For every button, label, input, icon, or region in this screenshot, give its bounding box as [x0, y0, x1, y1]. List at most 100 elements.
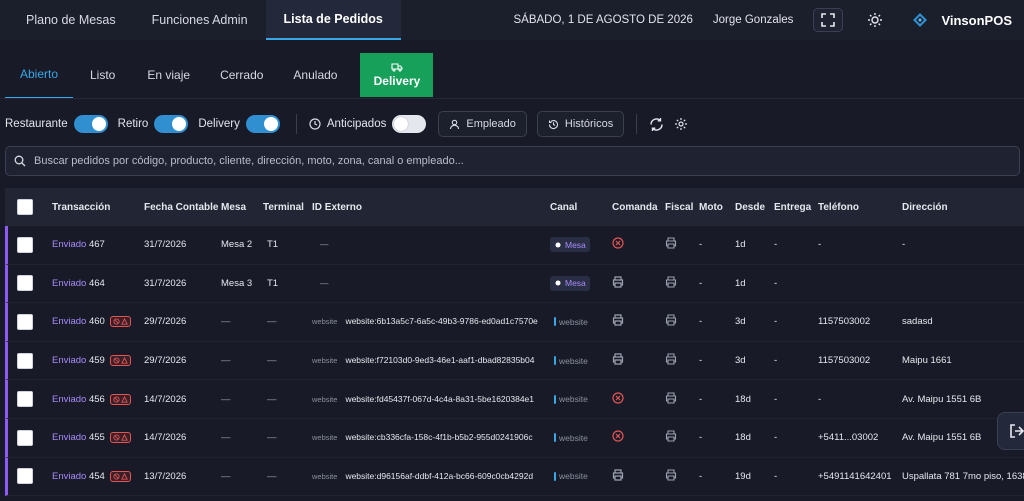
refresh-icon[interactable]: [649, 117, 664, 132]
top-bar: Plano de Mesas Funciones Admin Lista de …: [0, 0, 1024, 40]
col-terminal[interactable]: Terminal: [263, 202, 312, 213]
cell-mesa: —: [221, 432, 231, 444]
cell-comanda[interactable]: [612, 469, 665, 484]
fullscreen-button[interactable]: [813, 8, 844, 32]
tab-delivery[interactable]: Delivery: [360, 53, 434, 97]
printer-icon: [665, 430, 677, 442]
channel-badge: website: [550, 469, 592, 484]
row-checkbox[interactable]: [17, 352, 33, 369]
filter-restaurante-toggle[interactable]: [73, 115, 108, 133]
col-mesa[interactable]: Mesa: [221, 202, 263, 213]
cell-fiscal[interactable]: [665, 430, 699, 445]
warning-icon: [121, 318, 129, 326]
row-checkbox[interactable]: [17, 429, 33, 446]
cell-fecha: 29/7/2026: [144, 355, 187, 367]
table-row[interactable]: Enviado 460 29/7/2026 — — website website…: [5, 303, 1024, 342]
cell-telefono: 1157503002: [818, 355, 871, 367]
vinson-logo-icon: [913, 13, 928, 27]
col-moto[interactable]: Moto: [699, 202, 735, 213]
cell-mesa: —: [221, 316, 231, 328]
tab-funciones-admin[interactable]: Funciones Admin: [134, 0, 266, 40]
tab-en-viaje[interactable]: En viaje: [132, 51, 205, 99]
warning-icon: [121, 434, 129, 441]
table-row[interactable]: Enviado 455 14/7/2026 — — website website…: [5, 418, 1024, 458]
settings-gear-icon[interactable]: [674, 117, 688, 131]
cell-direccion: -: [902, 239, 906, 251]
cell-canal: Mesa: [550, 237, 612, 253]
tab-plano-de-mesas[interactable]: Plano de Mesas: [0, 0, 134, 40]
no-sign-icon: [113, 434, 121, 441]
cell-comanda[interactable]: [612, 314, 665, 329]
tab-cerrado[interactable]: Cerrado: [205, 51, 278, 99]
cell-comanda[interactable]: [612, 276, 665, 291]
cell-canal: website: [550, 430, 612, 445]
cell-fiscal[interactable]: [665, 469, 699, 484]
select-all-checkbox[interactable]: [17, 199, 33, 215]
no-sign-icon: [113, 357, 121, 364]
table-header: Transacción Fecha Contable Mesa Terminal…: [5, 188, 1024, 226]
warning-icon: [121, 357, 129, 364]
cell-entrega: -: [774, 432, 778, 444]
col-comanda[interactable]: Comanda: [612, 202, 665, 213]
row-checkbox[interactable]: [17, 275, 33, 292]
logout-button[interactable]: [997, 412, 1024, 450]
status-label: Enviado: [52, 239, 87, 251]
id-source-tag: website: [312, 471, 338, 481]
cell-id-externo: website website:d96156af-ddbf-412a-bc66-6…: [312, 471, 550, 482]
cell-fiscal[interactable]: [665, 353, 699, 368]
row-checkbox[interactable]: [17, 391, 33, 408]
col-entrega[interactable]: Entrega: [774, 202, 818, 213]
status-tabs-divider: [0, 98, 1024, 99]
brand: VinsonPOS: [911, 11, 1012, 29]
cell-fiscal[interactable]: [665, 276, 699, 291]
row-checkbox[interactable]: [17, 313, 33, 330]
col-desde[interactable]: Desde: [735, 202, 774, 213]
tab-listo[interactable]: Listo: [73, 51, 132, 99]
cell-comanda[interactable]: [612, 353, 665, 368]
col-transaccion[interactable]: Transacción: [52, 202, 144, 213]
col-canal[interactable]: Canal: [550, 202, 612, 213]
cell-comanda[interactable]: [612, 237, 665, 252]
table-row[interactable]: Enviado 467 31/7/2026 Mesa 2 T1 — Mesa -…: [5, 226, 1024, 265]
filter-delivery-toggle[interactable]: [245, 115, 280, 133]
col-telefono[interactable]: Teléfono: [818, 202, 902, 213]
row-checkbox[interactable]: [17, 468, 33, 485]
order-number: 464: [88, 277, 105, 289]
truck-icon: [391, 63, 403, 72]
cell-telefono: -: [818, 393, 822, 405]
cell-fiscal[interactable]: [665, 237, 699, 252]
table-row[interactable]: Enviado 454 13/7/2026 — — website website…: [5, 457, 1024, 497]
filter-retiro-toggle[interactable]: [154, 115, 189, 133]
col-fiscal[interactable]: Fiscal: [665, 202, 699, 213]
cell-comanda[interactable]: [612, 430, 665, 445]
empleado-filter-button[interactable]: Empleado: [438, 111, 527, 137]
channel-badge-label: Mesa: [565, 278, 586, 289]
tab-anulado[interactable]: Anulado: [278, 51, 352, 99]
col-fecha-contable[interactable]: Fecha Contable: [144, 202, 221, 213]
cell-fiscal[interactable]: [665, 392, 699, 407]
historicos-button[interactable]: Históricos: [536, 111, 625, 137]
tab-lista-de-pedidos[interactable]: Lista de Pedidos: [265, 0, 401, 40]
table-row[interactable]: Enviado 459 29/7/2026 — — website website…: [5, 341, 1024, 381]
theme-toggle-button[interactable]: [863, 8, 887, 32]
table-row[interactable]: Enviado 464 31/7/2026 Mesa 3 T1 — Mesa -…: [5, 264, 1024, 304]
channel-badge: website: [550, 314, 592, 329]
cell-comanda[interactable]: [612, 392, 665, 407]
tab-abierto[interactable]: Abierto: [5, 51, 73, 99]
cell-terminal: T1: [267, 239, 279, 251]
id-source-tag: website: [312, 317, 338, 327]
cell-fiscal[interactable]: [665, 314, 699, 329]
user-name[interactable]: Jorge Gonzales: [713, 14, 794, 26]
row-checkbox[interactable]: [17, 236, 33, 253]
filter-anticipados-toggle[interactable]: [392, 115, 427, 133]
cell-entrega: -: [774, 277, 778, 289]
table-row[interactable]: Enviado 456 14/7/2026 — — website website…: [5, 380, 1024, 419]
cell-entrega: -: [774, 239, 778, 251]
col-id-externo[interactable]: ID Externo: [312, 202, 550, 213]
search-input[interactable]: [34, 155, 994, 167]
cell-id-externo: website website:cb336cfa-158c-4f1b-b5b2-9…: [312, 432, 550, 443]
cell-fecha: 13/7/2026: [144, 470, 187, 482]
col-direccion[interactable]: Dirección: [902, 202, 1024, 213]
table-body: Enviado 467 31/7/2026 Mesa 2 T1 — Mesa -…: [5, 226, 1024, 497]
channel-badge: website: [550, 353, 592, 368]
